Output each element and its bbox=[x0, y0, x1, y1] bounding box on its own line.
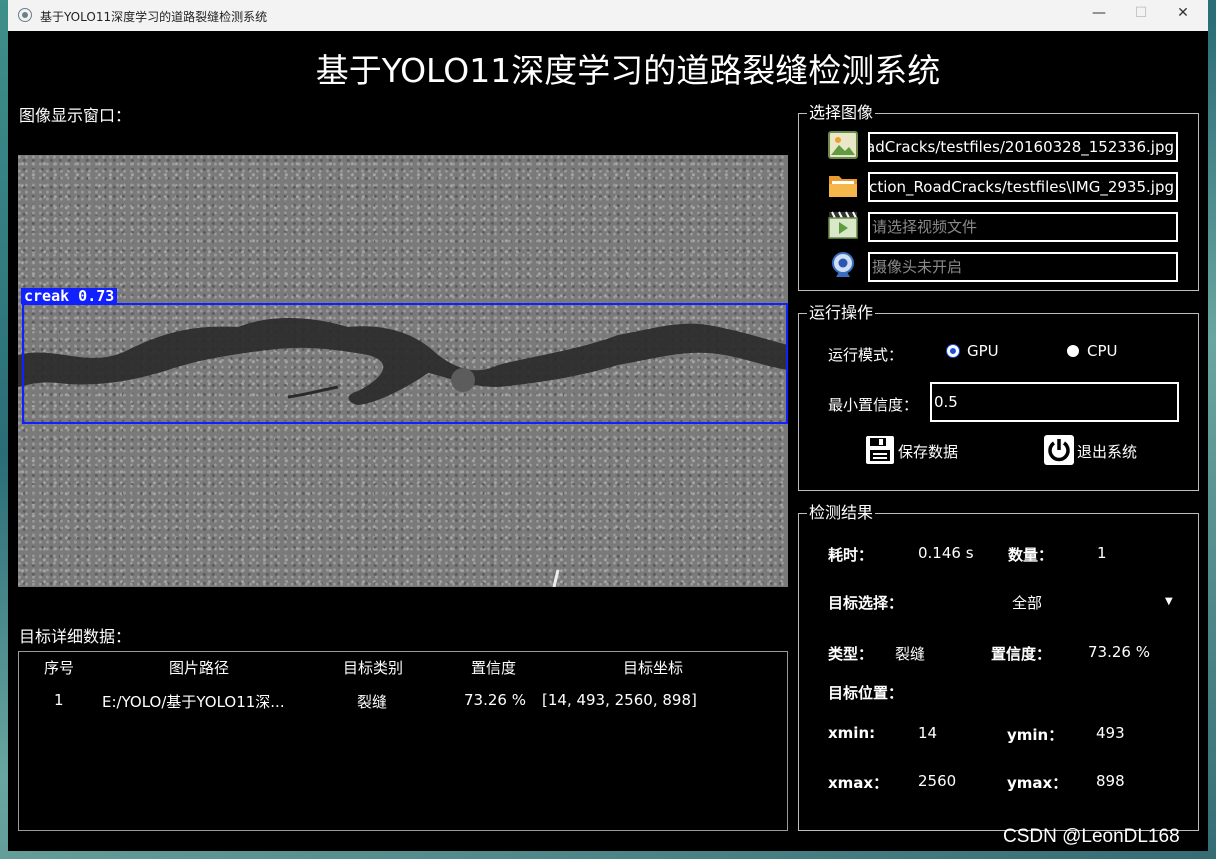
camera-input[interactable]: 摄像头未开启 bbox=[868, 252, 1178, 282]
target-select-dropdown[interactable]: 全部 ▼ bbox=[949, 586, 1179, 616]
image-icon[interactable] bbox=[828, 131, 858, 159]
table-header-path: 图片路径 bbox=[169, 659, 230, 677]
ymax-value: 898 bbox=[1096, 772, 1125, 790]
app-window: 基于YOLO11深度学习的道路裂缝检测系统 — ☐ ✕ 基于YOLO11深度学习… bbox=[8, 0, 1208, 851]
type-label: 类型： bbox=[828, 645, 874, 663]
watermark: CSDN @LeonDL168 bbox=[1003, 826, 1180, 847]
minimize-button[interactable]: — bbox=[1081, 5, 1117, 21]
operation-group: 运行操作 运行模式： GPU CPU 最小置信度： 0.5 保存数据 退出系统 bbox=[798, 303, 1199, 491]
folder-path-field[interactable]: ction_RoadCracks/testfiles\IMG_2935.jpg bbox=[868, 172, 1178, 202]
xmin-label: xmin: bbox=[828, 724, 876, 742]
close-button[interactable]: ✕ bbox=[1165, 5, 1201, 21]
image-path-field[interactable]: oadCracks/testfiles/20160328_152336.jpg bbox=[868, 132, 1178, 162]
xmax-value: 2560 bbox=[918, 772, 957, 790]
details-table: 序号 图片路径 目标类别 置信度 目标坐标 1 E:/YOLO/基于YOLO11… bbox=[18, 651, 788, 831]
gpu-radio-dot bbox=[947, 345, 959, 357]
target-select-value: 全部 bbox=[1012, 594, 1043, 612]
type-value: 裂缝 bbox=[895, 645, 926, 663]
image-display: creak 0.73 bbox=[18, 155, 788, 587]
cpu-radio-label: CPU bbox=[1087, 342, 1118, 360]
detection-box bbox=[22, 303, 788, 424]
details-label: 目标详细数据： bbox=[19, 627, 132, 646]
xmax-label: xmax： bbox=[828, 774, 889, 792]
xmin-value: 14 bbox=[918, 724, 938, 742]
table-header-class: 目标类别 bbox=[343, 659, 404, 677]
table-cell-path: E:/YOLO/基于YOLO11深... bbox=[102, 693, 285, 711]
camera-icon[interactable] bbox=[828, 251, 858, 279]
ymin-value: 493 bbox=[1096, 724, 1125, 742]
results-group: 检测结果 耗时： 0.146 s 数量： 1 目标选择： 全部 ▼ 类型： 裂缝… bbox=[798, 503, 1199, 831]
maximize-button[interactable]: ☐ bbox=[1123, 5, 1159, 21]
save-data-button[interactable]: 保存数据 bbox=[865, 435, 985, 467]
exit-system-label: 退出系统 bbox=[1077, 443, 1138, 461]
min-confidence-label: 最小置信度： bbox=[828, 396, 919, 414]
video-file-input[interactable]: 请选择视频文件 bbox=[868, 212, 1178, 242]
select-image-title: 选择图像 bbox=[807, 103, 876, 123]
page-title: 基于YOLO11深度学习的道路裂缝检测系统 bbox=[315, 51, 941, 90]
confidence-label: 置信度： bbox=[991, 645, 1052, 663]
power-icon bbox=[1044, 435, 1074, 465]
gpu-radio-label: GPU bbox=[967, 342, 999, 360]
ymin-label: ymin： bbox=[1007, 726, 1064, 744]
select-image-group: 选择图像 oadCracks/testfiles/20160328_152336… bbox=[798, 103, 1199, 291]
table-cell-index: 1 bbox=[54, 691, 64, 709]
table-cell-coords: [14, 493, 2560, 898] bbox=[542, 691, 697, 709]
image-panel-label: 图像显示窗口： bbox=[19, 106, 132, 125]
title-bar: 基于YOLO11深度学习的道路裂缝检测系统 — ☐ ✕ bbox=[8, 0, 1208, 31]
table-header-index: 序号 bbox=[44, 659, 75, 677]
save-icon bbox=[866, 436, 894, 464]
time-label: 耗时： bbox=[828, 546, 874, 564]
run-mode-label: 运行模式： bbox=[828, 346, 904, 364]
time-value: 0.146 s bbox=[918, 544, 974, 562]
folder-icon[interactable] bbox=[828, 171, 858, 199]
operation-title: 运行操作 bbox=[807, 303, 876, 323]
exit-system-button[interactable]: 退出系统 bbox=[1044, 435, 1164, 467]
cpu-radio[interactable]: CPU bbox=[1067, 342, 1137, 362]
results-title: 检测结果 bbox=[807, 503, 876, 523]
video-icon[interactable] bbox=[828, 211, 858, 239]
chevron-down-icon: ▼ bbox=[1165, 596, 1173, 607]
save-data-label: 保存数据 bbox=[898, 443, 959, 461]
cpu-radio-dot bbox=[1067, 345, 1079, 357]
min-confidence-input[interactable]: 0.5 bbox=[930, 382, 1179, 422]
table-cell-confidence: 73.26 % bbox=[464, 691, 526, 709]
count-value: 1 bbox=[1097, 544, 1107, 562]
ymax-label: ymax： bbox=[1007, 774, 1068, 792]
table-header-coords: 目标坐标 bbox=[623, 659, 684, 677]
target-select-label: 目标选择： bbox=[828, 594, 904, 612]
table-header-confidence: 置信度 bbox=[471, 659, 517, 677]
window-title: 基于YOLO11深度学习的道路裂缝检测系统 bbox=[40, 10, 268, 24]
position-label: 目标位置： bbox=[828, 684, 904, 702]
confidence-value: 73.26 % bbox=[1088, 643, 1150, 661]
detection-label: creak 0.73 bbox=[21, 288, 118, 304]
app-logo-icon bbox=[18, 8, 32, 22]
gpu-radio[interactable]: GPU bbox=[947, 342, 1017, 362]
count-label: 数量： bbox=[1008, 546, 1054, 564]
table-cell-class: 裂缝 bbox=[357, 693, 388, 711]
